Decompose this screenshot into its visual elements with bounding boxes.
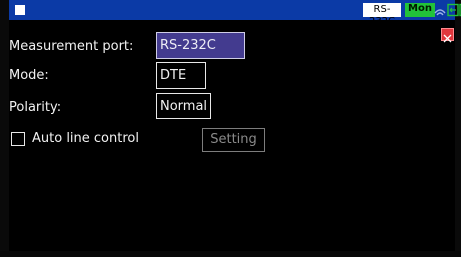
lan-icon — [447, 3, 459, 17]
setting-button[interactable]: Setting — [202, 128, 265, 152]
menu-square-icon[interactable] — [15, 5, 25, 15]
remote-icon — [434, 9, 446, 16]
screen-bezel-right — [455, 0, 461, 257]
measurement-port-field[interactable]: RS-232C — [156, 32, 245, 59]
polarity-label: Polarity: — [9, 100, 62, 115]
auto-line-control-checkbox[interactable] — [11, 132, 25, 146]
screen-bezel-left — [0, 0, 9, 257]
close-icon — [443, 34, 452, 43]
status-bar: RS-232C Mon — [9, 0, 461, 27]
polarity-field[interactable]: Normal — [156, 93, 211, 119]
mode-label: Mode: — [9, 68, 49, 83]
mode-field[interactable]: DTE — [156, 62, 206, 89]
measurement-port-label: Measurement port: — [9, 39, 134, 54]
port-badge: RS-232C — [363, 3, 401, 27]
auto-line-control-label: Auto line control — [32, 131, 139, 146]
monitor-mode-badge: Mon — [405, 3, 435, 17]
close-button[interactable] — [441, 28, 454, 43]
screen-bezel-bottom — [0, 251, 461, 257]
